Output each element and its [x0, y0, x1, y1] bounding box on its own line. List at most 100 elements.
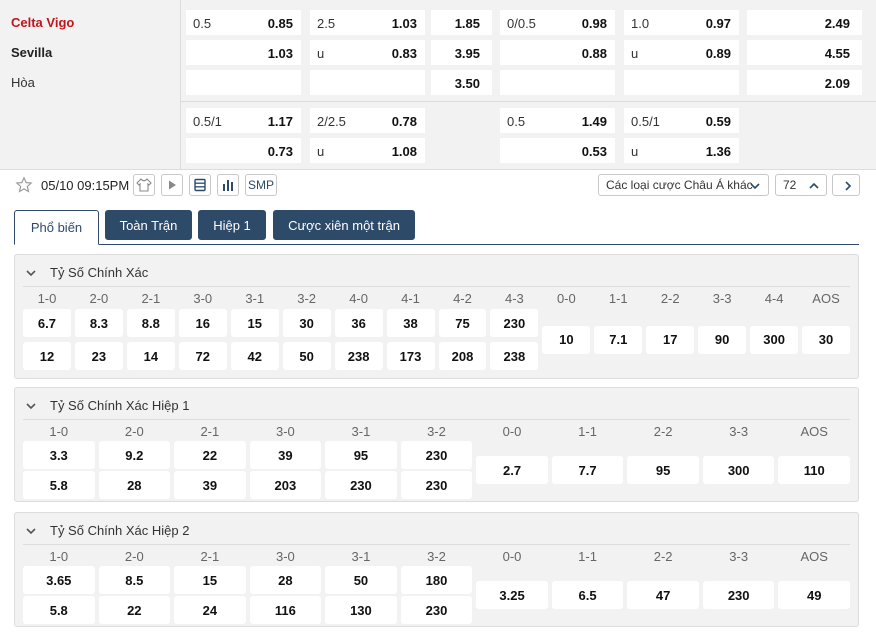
odds-cell[interactable]: 0.5 0.85 — [186, 10, 301, 35]
score-odds-button[interactable]: 203 — [249, 471, 322, 499]
score-odds-button[interactable]: 95 — [627, 456, 699, 484]
score-odds-button[interactable]: 3.65 — [23, 566, 95, 594]
score-odds-button[interactable]: 238 — [490, 342, 539, 370]
star-icon[interactable] — [15, 176, 33, 194]
score-odds-button[interactable]: 75 — [438, 309, 487, 337]
score-odds-button[interactable]: 90 — [698, 325, 747, 354]
score-odds-button[interactable]: 47 — [627, 581, 699, 609]
score-odds-button[interactable]: 72 — [178, 342, 227, 370]
score-odds-button[interactable]: 6.7 — [23, 309, 71, 337]
score-odds-button[interactable]: 10 — [542, 325, 591, 354]
score-odds-button[interactable]: 2.7 — [476, 456, 548, 484]
odds-cell[interactable]: u 0.83 — [310, 40, 425, 65]
score-odds-button[interactable]: 9.2 — [98, 441, 171, 469]
odds-cell[interactable]: u 1.36 — [624, 138, 739, 163]
score-odds-button[interactable]: 42 — [230, 342, 279, 370]
score-odds-button[interactable]: 49 — [778, 581, 850, 609]
score-odds-button[interactable]: 22 — [174, 441, 246, 469]
market-count-toggle[interactable]: 72 — [775, 174, 827, 196]
score-odds-button[interactable]: 8.5 — [98, 566, 171, 594]
score-odds-button[interactable]: 180 — [400, 566, 473, 594]
stats-chart-button[interactable] — [217, 174, 239, 196]
tab-first-half[interactable]: Hiệp 1 — [198, 210, 266, 240]
odds-cell[interactable]: 0.5/1 1.17 — [186, 108, 301, 133]
odds-cell[interactable]: 2.09 — [747, 70, 862, 95]
smp-button[interactable]: SMP — [245, 174, 277, 196]
score-odds-button[interactable]: 173 — [386, 342, 435, 370]
score-odds-button[interactable]: 300 — [750, 325, 799, 354]
score-odds-button[interactable]: 3.25 — [476, 581, 548, 609]
live-stats-button[interactable] — [133, 174, 155, 196]
section-header[interactable]: Tỷ Số Chính Xác Hiệp 1 — [25, 398, 189, 413]
score-odds-button[interactable]: 39 — [249, 441, 322, 469]
score-odds-button[interactable]: 110 — [778, 456, 850, 484]
lineup-button[interactable] — [189, 174, 211, 196]
odds-cell[interactable]: u 1.08 — [310, 138, 425, 163]
tab-full-match[interactable]: Toàn Trận — [105, 210, 192, 240]
score-odds-button[interactable]: 14 — [126, 342, 175, 370]
score-odds-button[interactable]: 230 — [400, 471, 473, 499]
score-odds-button[interactable]: 230 — [702, 581, 775, 609]
odds-cell[interactable]: 2/2.5 0.78 — [310, 108, 425, 133]
tab-popular[interactable]: Phổ biến — [14, 210, 99, 245]
score-odds-button[interactable]: 36 — [334, 309, 383, 337]
score-odds-button[interactable]: 230 — [400, 596, 473, 624]
score-odds-button[interactable]: 8.3 — [74, 309, 123, 337]
home-team-name[interactable]: Celta Vigo — [11, 15, 74, 30]
score-odds-button[interactable]: 3.3 — [23, 441, 95, 469]
score-odds-button[interactable]: 5.8 — [23, 471, 95, 499]
score-odds-button[interactable]: 230 — [400, 441, 473, 469]
score-odds-button[interactable]: 30 — [282, 309, 331, 337]
odds-cell[interactable]: 0/0.5 0.98 — [500, 10, 615, 35]
odds-cell[interactable]: 2.5 1.03 — [310, 10, 425, 35]
odds-cell[interactable]: 0.73 — [186, 138, 301, 163]
score-odds-button[interactable]: 7.1 — [594, 325, 643, 354]
odds-cell[interactable]: 4.55 — [747, 40, 862, 65]
odds-cell[interactable]: 0.88 — [500, 40, 615, 65]
odds-cell[interactable]: 1.85 — [431, 10, 492, 35]
score-odds-button[interactable]: 208 — [438, 342, 487, 370]
next-match-button[interactable] — [832, 174, 860, 196]
score-odds-button[interactable]: 17 — [646, 325, 695, 354]
play-video-button[interactable] — [161, 174, 183, 196]
score-odds-button[interactable]: 95 — [325, 441, 397, 469]
odds-cell[interactable]: 0.53 — [500, 138, 615, 163]
score-odds-button[interactable]: 15 — [230, 309, 279, 337]
tab-same-game-parlay[interactable]: Cược xiên một trận — [273, 210, 415, 240]
score-odds-button[interactable]: 230 — [325, 471, 397, 499]
score-odds-button[interactable]: 5.8 — [23, 596, 95, 624]
odds-cell[interactable]: 1.0 0.97 — [624, 10, 739, 35]
score-odds-button[interactable]: 28 — [98, 471, 171, 499]
score-odds-button[interactable]: 28 — [249, 566, 322, 594]
odds-cell[interactable]: 0.5/1 0.59 — [624, 108, 739, 133]
odds-cell[interactable]: 1.03 — [186, 40, 301, 65]
section-header[interactable]: Tỷ Số Chính Xác — [25, 265, 148, 280]
score-odds-button[interactable]: 7.7 — [551, 456, 624, 484]
odds-cell[interactable]: 2.49 — [747, 10, 862, 35]
odds-cell[interactable]: 3.50 — [431, 70, 492, 95]
odds-cell[interactable]: 0.5 1.49 — [500, 108, 615, 133]
score-odds-button[interactable]: 300 — [702, 456, 775, 484]
away-team-name[interactable]: Sevilla — [11, 45, 52, 60]
score-odds-button[interactable]: 8.8 — [126, 309, 175, 337]
score-odds-button[interactable]: 12 — [23, 342, 71, 370]
score-odds-button[interactable]: 30 — [802, 325, 850, 354]
score-odds-button[interactable]: 50 — [325, 566, 397, 594]
score-odds-button[interactable]: 15 — [174, 566, 246, 594]
score-odds-button[interactable]: 230 — [490, 309, 539, 337]
score-odds-button[interactable]: 16 — [178, 309, 227, 337]
score-odds-button[interactable]: 39 — [174, 471, 246, 499]
section-header[interactable]: Tỷ Số Chính Xác Hiệp 2 — [25, 523, 189, 538]
score-odds-button[interactable]: 22 — [98, 596, 171, 624]
score-odds-button[interactable]: 130 — [325, 596, 397, 624]
score-odds-button[interactable]: 24 — [174, 596, 246, 624]
market-type-select[interactable]: Các loại cược Châu Á khác — [598, 174, 769, 196]
odds-cell[interactable]: u 0.89 — [624, 40, 739, 65]
odds-cell[interactable]: 3.95 — [431, 40, 492, 65]
score-odds-button[interactable]: 116 — [249, 596, 322, 624]
score-odds-button[interactable]: 38 — [386, 309, 435, 337]
score-odds-button[interactable]: 50 — [282, 342, 331, 370]
score-odds-button[interactable]: 23 — [74, 342, 123, 370]
score-odds-button[interactable]: 6.5 — [551, 581, 624, 609]
score-odds-button[interactable]: 238 — [334, 342, 383, 370]
